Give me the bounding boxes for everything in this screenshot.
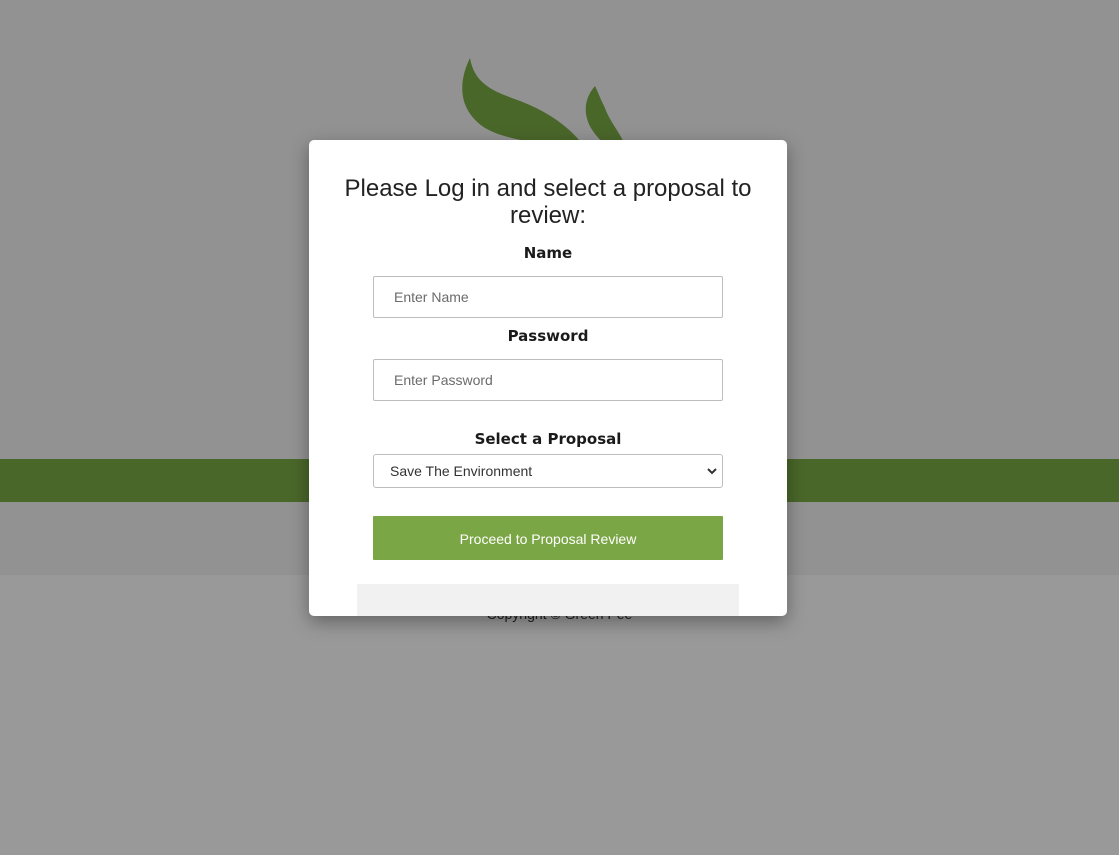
name-input[interactable] bbox=[373, 276, 723, 318]
password-input[interactable] bbox=[373, 359, 723, 401]
chevron-down-icon bbox=[707, 468, 717, 475]
name-label: Name bbox=[523, 244, 573, 262]
login-modal: Please Log in and select a proposal to r… bbox=[309, 140, 787, 616]
proposal-select-value: Save The Environment bbox=[390, 463, 533, 479]
password-label: Password bbox=[507, 327, 589, 345]
modal-footer-panel bbox=[357, 584, 739, 616]
proposal-label: Select a Proposal bbox=[474, 430, 622, 448]
proposal-select[interactable]: Save The Environment bbox=[373, 454, 723, 488]
proceed-button[interactable]: Proceed to Proposal Review bbox=[373, 516, 723, 560]
modal-title: Please Log in and select a proposal to r… bbox=[344, 175, 752, 229]
